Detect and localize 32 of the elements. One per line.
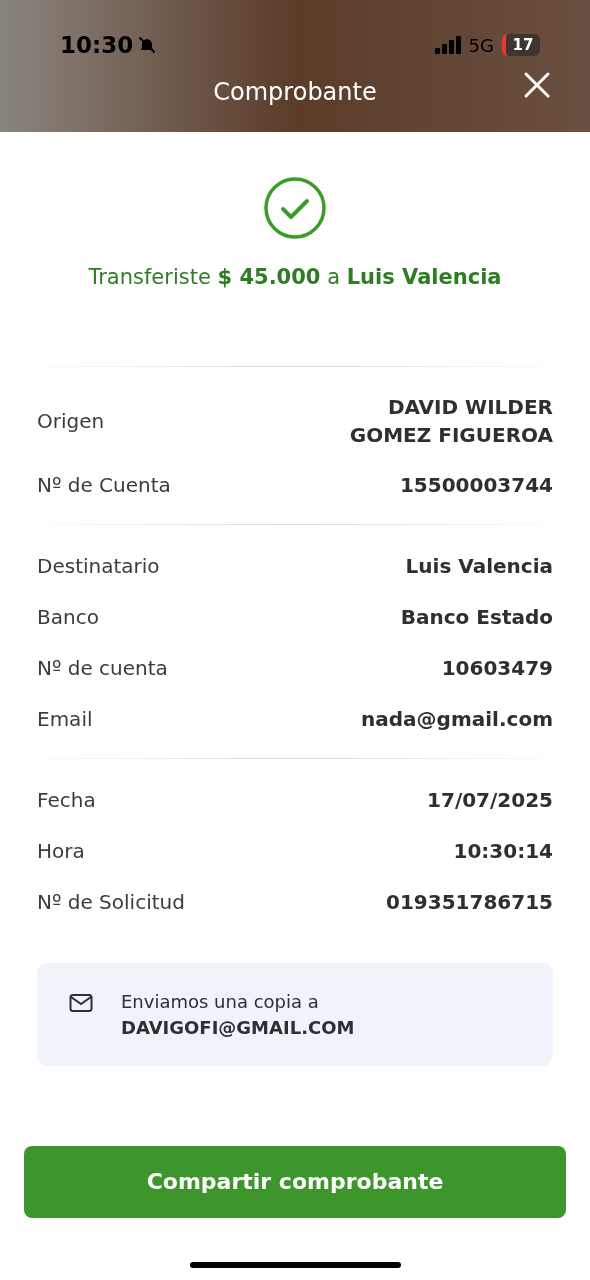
detail-label: Hora: [37, 837, 85, 865]
success-check-icon: [263, 176, 327, 240]
battery-indicator: 17: [502, 34, 540, 56]
detail-label: Email: [37, 705, 93, 733]
share-button[interactable]: Compartir comprobante: [24, 1145, 566, 1218]
detail-label: Nº de Solicitud: [37, 888, 185, 916]
notice-email: DAVIGOFI@GMAIL.COM: [121, 1015, 355, 1040]
detail-value: 10:30:14: [453, 837, 553, 865]
detail-value: nada@gmail.com: [361, 705, 553, 733]
muted-bell-icon: [137, 35, 158, 55]
signal-icon: [434, 36, 461, 54]
detail-label: Fecha: [37, 786, 96, 814]
detail-label: Origen: [37, 407, 105, 435]
detail-label: Destinatario: [37, 552, 160, 580]
detail-label: Nº de Cuenta: [37, 471, 171, 499]
success-message: Transferiste $ 45.000 a Luis Valencia: [88, 264, 502, 291]
notice-text: Enviamos una copia a: [121, 989, 320, 1014]
mail-icon: [69, 992, 93, 1013]
detail-value: Luis Valencia: [405, 552, 553, 580]
status-time: 10:30: [60, 30, 134, 60]
detail-value: DAVID WILDER GOMEZ FIGUEROA: [349, 393, 553, 449]
detail-value: 10603479: [441, 654, 553, 682]
network-label: 5G: [468, 33, 494, 58]
detail-label: Banco: [37, 603, 99, 631]
close-icon: [523, 71, 551, 99]
detail-value: Banco Estado: [400, 603, 553, 631]
detail-value: 17/07/2025: [427, 786, 553, 814]
detail-value: 019351786715: [386, 888, 553, 916]
header-title: Comprobante: [213, 77, 377, 108]
detail-value: 15500003744: [399, 471, 553, 499]
close-button[interactable]: [522, 70, 552, 100]
detail-label: Nº de cuenta: [37, 654, 168, 682]
